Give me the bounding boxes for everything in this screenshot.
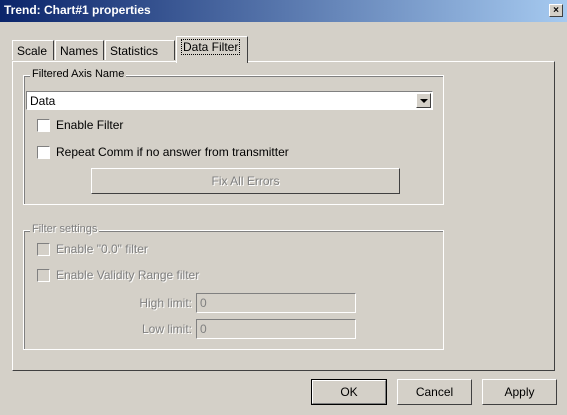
button-label: Fix All Errors bbox=[211, 174, 280, 188]
tab-label: Data Filter bbox=[181, 39, 241, 55]
enable-validity-range-checkbox[interactable] bbox=[37, 269, 50, 282]
repeat-comm-checkbox[interactable] bbox=[37, 146, 50, 159]
button-label: OK bbox=[340, 385, 358, 399]
select-value: Data bbox=[30, 94, 56, 108]
fix-all-errors-button[interactable]: Fix All Errors bbox=[91, 168, 400, 194]
enable-zero-filter-checkbox[interactable] bbox=[37, 243, 50, 256]
enable-validity-range-label[interactable]: Enable Validity Range filter bbox=[56, 268, 199, 282]
tab-names[interactable]: Names bbox=[55, 40, 104, 60]
apply-button[interactable]: Apply bbox=[482, 379, 557, 405]
tab-scale[interactable]: Scale bbox=[12, 40, 54, 60]
high-limit-field[interactable]: 0 bbox=[196, 293, 356, 313]
chevron-down-icon[interactable] bbox=[416, 93, 431, 108]
close-icon: × bbox=[553, 5, 559, 16]
high-limit-label: High limit: bbox=[139, 296, 192, 310]
enable-zero-filter-label[interactable]: Enable "0.0" filter bbox=[56, 242, 148, 256]
enable-filter-label[interactable]: Enable Filter bbox=[56, 118, 123, 132]
tab-label: Names bbox=[60, 44, 99, 58]
title-bar[interactable]: Trend: Chart#1 properties × bbox=[0, 0, 567, 22]
window-title: Trend: Chart#1 properties bbox=[4, 3, 151, 17]
tab-data-filter[interactable]: Data Filter bbox=[176, 36, 248, 63]
cancel-button[interactable]: Cancel bbox=[397, 379, 472, 405]
tab-label: Scale bbox=[17, 44, 48, 58]
low-limit-field[interactable]: 0 bbox=[196, 319, 356, 339]
repeat-comm-label[interactable]: Repeat Comm if no answer from transmitte… bbox=[56, 145, 289, 159]
tab-statistics[interactable]: Statistics bbox=[105, 40, 175, 60]
tab-label: Statistics bbox=[110, 44, 159, 58]
enable-filter-checkbox[interactable] bbox=[37, 119, 50, 132]
group-label: Filter settings bbox=[30, 223, 100, 235]
filtered-axis-select[interactable]: Data bbox=[26, 91, 433, 110]
low-limit-label: Low limit: bbox=[141, 322, 192, 336]
group-label: Filtered Axis Name bbox=[30, 68, 127, 80]
button-label: Cancel bbox=[415, 385, 454, 399]
button-label: Apply bbox=[504, 385, 535, 399]
close-button[interactable]: × bbox=[549, 4, 563, 17]
properties-dialog: Trend: Chart#1 properties × Scale Names … bbox=[0, 0, 567, 415]
field-value: 0 bbox=[200, 296, 207, 310]
ok-button[interactable]: OK bbox=[311, 379, 387, 405]
field-value: 0 bbox=[200, 322, 207, 336]
